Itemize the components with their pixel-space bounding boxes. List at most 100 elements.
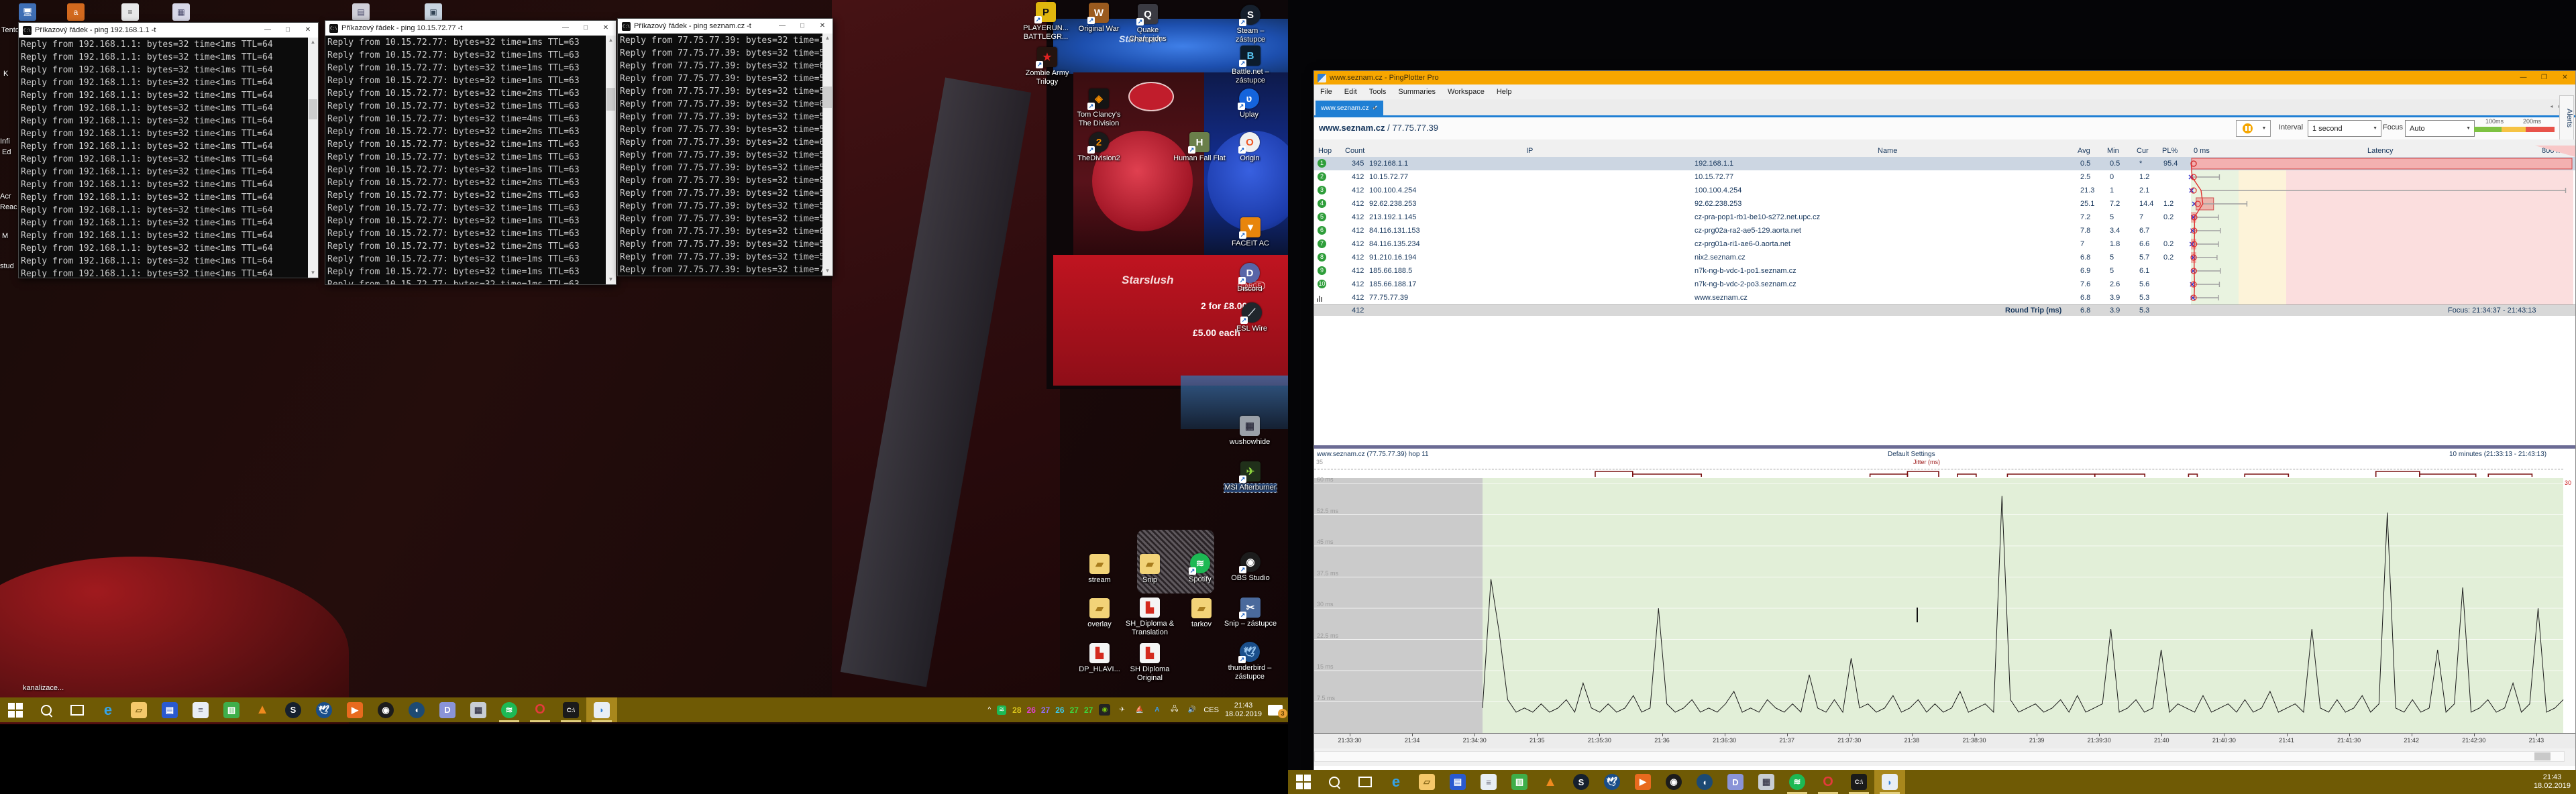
taskbar-left-notepad[interactable]: ≡ bbox=[185, 697, 216, 722]
maximize-button[interactable]: □ bbox=[576, 21, 596, 36]
language-indicator[interactable]: CES bbox=[1203, 706, 1219, 714]
desktop-icon-wushowhide[interactable]: ▦wushowhide bbox=[1221, 416, 1279, 447]
taskbar-right-clock[interactable]: 21:4318.02.2019 bbox=[2534, 773, 2571, 791]
scroll-thumb[interactable] bbox=[606, 88, 615, 111]
cmd-titlebar[interactable]: C:\Příkazový řádek - ping 192.168.1.1 -t… bbox=[19, 23, 318, 38]
scroll-down-icon[interactable]: ▼ bbox=[822, 266, 833, 276]
taskbar-clock[interactable]: 21:4318.02.2019 bbox=[1225, 701, 1262, 719]
timeline-settings-label[interactable]: Default Settings bbox=[1888, 451, 1935, 458]
taskbar-left-file-explorer[interactable]: ▱ bbox=[123, 697, 154, 722]
taskbar-left-thunderbird[interactable]: 🕊 bbox=[309, 697, 339, 722]
desktop-icon-the-division[interactable]: ◈↗Tom Clancy's The Division bbox=[1070, 89, 1128, 128]
scroll-up-icon[interactable]: ▲ bbox=[308, 38, 318, 47]
pingplotter-titlebar[interactable]: www.seznam.cz - PingPlotter Pro — ❐ ✕ bbox=[1314, 71, 2575, 84]
scroll-up-icon[interactable]: ▲ bbox=[606, 36, 616, 45]
minimize-button[interactable]: — bbox=[258, 23, 278, 38]
desktop-icon-snip-shortcut[interactable]: ✂↗Snip – zástupce bbox=[1222, 598, 1279, 628]
desktop-icon-snip-folder[interactable]: ▰Snip bbox=[1121, 554, 1179, 585]
cmd-window-2[interactable]: C:\Příkazový řádek - ping 10.15.72.77 -t… bbox=[325, 20, 616, 285]
desktop-icon-overlay-folder[interactable]: ▰overlay bbox=[1071, 598, 1128, 629]
taskbar-left-start-button[interactable] bbox=[0, 697, 31, 722]
spotify-tray-icon[interactable]: ≋ bbox=[997, 705, 1006, 715]
cmd-titlebar[interactable]: C:\Příkazový řádek - ping seznam.cz -t—□… bbox=[618, 19, 833, 34]
desktop-icon-esl-wire[interactable]: ⟋↗ESL Wire bbox=[1223, 302, 1281, 333]
cmd-titlebar[interactable]: C:\Příkazový řádek - ping 10.15.72.77 -t… bbox=[325, 21, 616, 36]
menu-file[interactable]: File bbox=[1314, 88, 1338, 96]
focus-select[interactable]: Auto▼ bbox=[2405, 120, 2475, 137]
taskbar-right-hw-monitor[interactable]: ▦ bbox=[1751, 770, 1782, 794]
cmd-scrollbar[interactable]: ▲▼ bbox=[308, 38, 318, 278]
col-count[interactable]: Count bbox=[1345, 147, 1364, 155]
scroll-thumb[interactable] bbox=[823, 87, 832, 108]
network-tray-icon[interactable]: 🖧 bbox=[1169, 704, 1180, 716]
desktop-icon-the-division-2[interactable]: 2↗TheDivision2 bbox=[1070, 132, 1128, 163]
taskbar-right-green-app[interactable]: ▥ bbox=[1504, 770, 1535, 794]
taskbar-right-steam[interactable]: S bbox=[1566, 770, 1597, 794]
taskbar-right-search-button[interactable] bbox=[1319, 770, 1350, 794]
taskbar-right-cmd[interactable]: C:\ bbox=[1843, 770, 1874, 794]
desktop-icon-uplay[interactable]: ʋ↗Uplay bbox=[1220, 89, 1278, 119]
timeline-range-label[interactable]: 10 minutes (21:33:13 - 21:43:13) bbox=[2449, 451, 2546, 458]
taskbar-left-steam[interactable]: S bbox=[278, 697, 309, 722]
col-name[interactable]: Name bbox=[1878, 147, 1897, 155]
taskbar-left-cmd[interactable]: C:\ bbox=[555, 697, 586, 722]
close-button[interactable]: ✕ bbox=[812, 19, 833, 34]
target-address[interactable]: www.seznam.cz / 77.75.77.39 bbox=[1319, 123, 1438, 133]
taskbar-right-spotify[interactable]: ≋ bbox=[1782, 770, 1813, 794]
col-cur[interactable]: Cur bbox=[2137, 147, 2149, 155]
taskbar-left-pingplotter[interactable]: ◗ bbox=[586, 697, 617, 722]
desktop-top-icon-3[interactable]: ▦ bbox=[172, 3, 190, 21]
desktop-icon-human-fall-flat[interactable]: H↗Human Fall Flat bbox=[1171, 132, 1228, 163]
alerts-side-tab[interactable]: Alerts bbox=[2559, 95, 2574, 141]
menu-edit[interactable]: Edit bbox=[1338, 88, 1363, 96]
scroll-down-icon[interactable]: ▼ bbox=[308, 268, 318, 278]
taskbar-left-task-view-button[interactable] bbox=[62, 697, 93, 722]
notification-icon[interactable]: 3 bbox=[1268, 705, 1283, 716]
maximize-button[interactable]: ❐ bbox=[2534, 71, 2555, 84]
taskbar-right-notepad[interactable]: ≡ bbox=[1473, 770, 1504, 794]
horizontal-scrollbar[interactable] bbox=[1314, 751, 2565, 762]
desktop-icon-pubg[interactable]: P↗PLAYERUN... BATTLEGR... bbox=[1017, 2, 1075, 42]
desktop-icon-battlenet[interactable]: B↗Battle.net – zástupce bbox=[1222, 46, 1279, 85]
taskbar-left-vlc[interactable]: ▲ bbox=[247, 697, 278, 722]
desktop-top-icon-1[interactable]: a bbox=[67, 3, 85, 21]
menu-help[interactable]: Help bbox=[1491, 88, 1518, 96]
volume-tray-icon[interactable]: 🔊 bbox=[1186, 704, 1197, 716]
desktop-icon-thunderbird[interactable]: 🕊↗thunderbird – zástupce bbox=[1221, 642, 1279, 681]
desktop-icon-zombie-army-trilogy[interactable]: ★↗Zombie Army Trilogy bbox=[1018, 47, 1076, 87]
cmd-scrollbar[interactable]: ▲▼ bbox=[822, 34, 833, 276]
col-pl[interactable]: PL% bbox=[2162, 147, 2178, 155]
col-ip[interactable]: IP bbox=[1526, 147, 1533, 155]
scroll-up-icon[interactable]: ▲ bbox=[822, 34, 833, 43]
col-min[interactable]: Min bbox=[2107, 147, 2119, 155]
desktop-icon-discord[interactable]: D↗Discord bbox=[1221, 263, 1279, 294]
desktop-icon-dp-hlavi[interactable]: ▙DP_HLAVI... bbox=[1071, 643, 1128, 674]
scroll-thumb[interactable] bbox=[309, 99, 317, 119]
nvidia-tray-icon[interactable]: ◉ bbox=[1099, 704, 1110, 716]
taskbar-right-floppy-app[interactable]: ▤ bbox=[1442, 770, 1473, 794]
taskbar-right-edge[interactable]: e bbox=[1381, 770, 1411, 794]
close-button[interactable]: ✕ bbox=[596, 21, 616, 36]
taskbar-left-voice-app[interactable]: ◖ bbox=[401, 697, 432, 722]
taskbar-left-edge[interactable]: e bbox=[93, 697, 123, 722]
minimize-button[interactable]: — bbox=[555, 21, 576, 36]
close-button[interactable]: ✕ bbox=[2555, 71, 2575, 84]
interval-select[interactable]: 1 second▼ bbox=[2308, 120, 2381, 137]
taskbar-right-obs-studio[interactable]: ◉ bbox=[1658, 770, 1689, 794]
taskbar-right-media-player[interactable]: ▶ bbox=[1627, 770, 1658, 794]
desktop-top-icon-5[interactable]: ▣ bbox=[425, 3, 442, 21]
maximize-button[interactable]: □ bbox=[278, 23, 298, 38]
desktop-icon-steam[interactable]: S↗Steam – zástupce bbox=[1222, 5, 1279, 44]
tray-chevron-icon[interactable]: ^ bbox=[987, 706, 991, 714]
scroll-down-icon[interactable]: ▼ bbox=[606, 275, 616, 284]
close-button[interactable]: ✕ bbox=[298, 23, 318, 38]
taskbar-right-voice-app[interactable]: ◖ bbox=[1689, 770, 1720, 794]
taskbar-right-start-button[interactable] bbox=[1288, 770, 1319, 794]
desktop-icon-sh-diploma-translation[interactable]: ▙SH_Diploma & Translation bbox=[1121, 598, 1179, 637]
taskbar-right-file-explorer[interactable]: ▱ bbox=[1411, 770, 1442, 794]
new-tab-button[interactable]: + bbox=[1368, 102, 1381, 114]
ship-tray-icon[interactable]: ⛵ bbox=[1134, 704, 1145, 716]
azure-tray-icon[interactable]: A bbox=[1151, 704, 1163, 716]
desktop-icon-spotify[interactable]: ≋↗Spotify bbox=[1171, 553, 1229, 584]
taskbar-right-pingplotter[interactable]: ◗ bbox=[1874, 770, 1905, 794]
